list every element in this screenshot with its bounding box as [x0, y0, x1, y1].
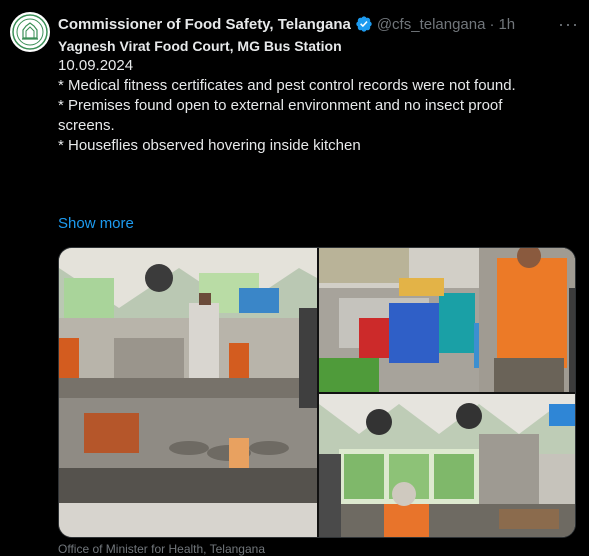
- source-label[interactable]: Office of Minister for Health, Telangana: [58, 542, 265, 556]
- photo-kitchen-counter[interactable]: [59, 248, 317, 537]
- text-line-finding-2: * Premises found open to external enviro…: [58, 97, 503, 114]
- tweet-header: Commissioner of Food Safety, Telangana @…: [58, 13, 579, 35]
- handle[interactable]: @cfs_telangana: [377, 16, 486, 33]
- avatar[interactable]: [10, 12, 50, 52]
- media-grid: [58, 247, 576, 538]
- text-line-finding-2-cont: screens.: [58, 117, 115, 134]
- text-line-date: 10.09.2024: [58, 57, 134, 74]
- tweet[interactable]: Commissioner of Food Safety, Telangana @…: [0, 0, 589, 556]
- text-line-location: Yagnesh Virat Food Court, MG Bus Station: [58, 38, 342, 54]
- text-line-finding-3: * Houseflies observed hovering inside ki…: [58, 137, 361, 154]
- timestamp[interactable]: 1h: [498, 16, 515, 33]
- text-line-finding-1: * Medical fitness certificates and pest …: [58, 77, 516, 94]
- photo-waste-bins[interactable]: [319, 248, 575, 392]
- display-name[interactable]: Commissioner of Food Safety, Telangana: [58, 16, 351, 33]
- verified-badge-icon[interactable]: [355, 15, 373, 33]
- show-more-link[interactable]: Show more: [58, 215, 134, 232]
- tweet-text: Yagnesh Virat Food Court, MG Bus Station…: [58, 36, 578, 156]
- government-seal-icon: [12, 14, 48, 50]
- more-options-icon[interactable]: ···: [558, 14, 579, 35]
- separator-dot: ·: [489, 15, 495, 33]
- photo-kitchen-fans[interactable]: [319, 394, 575, 537]
